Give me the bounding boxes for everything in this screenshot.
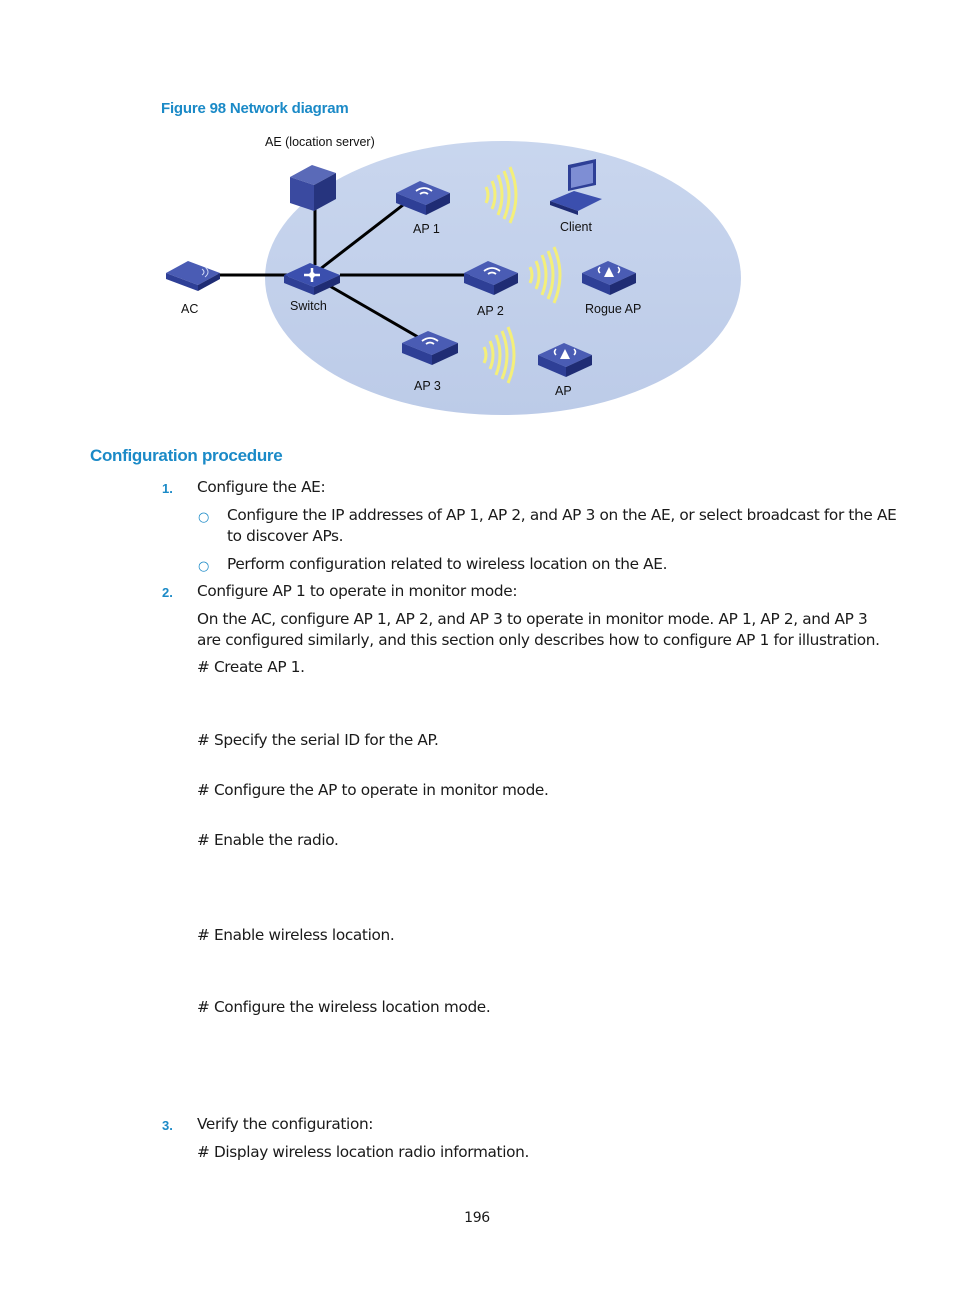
page-number: 196 [464, 1210, 490, 1226]
bullet-icon: ○ [198, 559, 210, 574]
comment-line: # Create AP 1. [197, 658, 305, 676]
subitem-text: to discover APs. [227, 527, 344, 545]
step-number: 1. [162, 481, 173, 496]
label-ap1: AP 1 [413, 222, 440, 236]
subitem-text: Configure the IP addresses of AP 1, AP 2… [227, 506, 897, 524]
bullet-icon: ○ [198, 510, 210, 525]
figure-caption: Figure 98 Network diagram [161, 100, 349, 117]
paragraph-text: On the AC, configure AP 1, AP 2, and AP … [197, 610, 868, 628]
label-ap3: AP 3 [414, 379, 441, 393]
comment-line: # Specify the serial ID for the AP. [197, 731, 439, 749]
label-ae: AE (location server) [265, 135, 375, 149]
comment-line: # Display wireless location radio inform… [197, 1143, 529, 1161]
comment-line: # Enable wireless location. [197, 926, 395, 944]
step-number: 2. [162, 585, 173, 600]
section-title: Configuration procedure [90, 446, 283, 465]
label-ap2: AP 2 [477, 304, 504, 318]
ac-controller-icon [166, 261, 220, 291]
label-switch: Switch [290, 299, 327, 313]
step-text: Configure the AE: [197, 478, 326, 496]
label-rogue-ap: Rogue AP [585, 302, 641, 316]
label-client: Client [560, 220, 592, 234]
network-diagram: AE (location server) AC Switch AP 1 Clie… [166, 135, 741, 415]
comment-line: # Enable the radio. [197, 831, 339, 849]
label-ac: AC [181, 302, 198, 316]
subitem-text: Perform configuration related to wireles… [227, 555, 668, 573]
step-text: Configure AP 1 to operate in monitor mod… [197, 582, 518, 600]
step-number: 3. [162, 1118, 173, 1133]
comment-line: # Configure the AP to operate in monitor… [197, 781, 549, 799]
step-text: Verify the configuration: [197, 1115, 374, 1133]
comment-line: # Configure the wireless location mode. [197, 998, 491, 1016]
label-ap: AP [555, 384, 572, 398]
paragraph-text: are configured similarly, and this secti… [197, 631, 880, 649]
